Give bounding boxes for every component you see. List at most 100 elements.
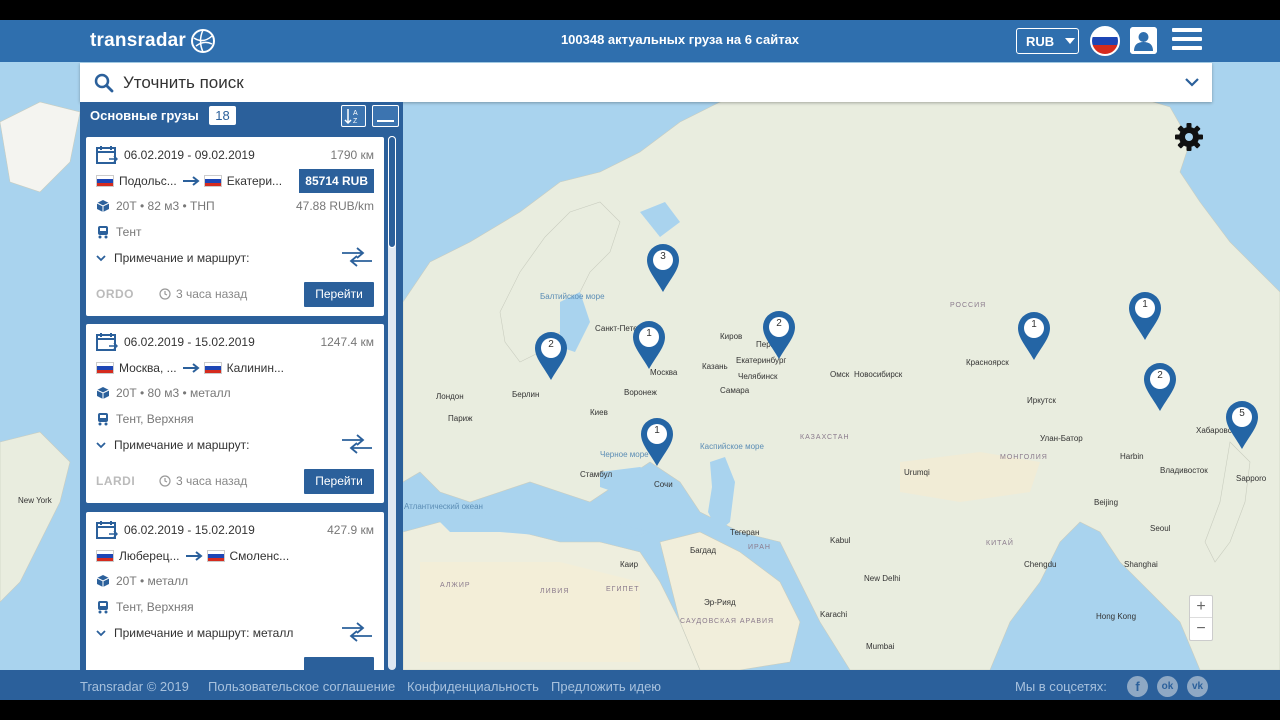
loads-panel: Основные грузы 18 A Z 06.02.2019 - 09.02… [80,102,403,670]
pin-marker-icon [633,321,665,369]
arrow-right-icon [182,363,200,373]
chevron-down-icon[interactable] [1184,74,1200,90]
vk-icon[interactable]: vk [1187,676,1208,697]
panel-scrollbar-thumb[interactable] [388,136,396,248]
land-greenland [0,101,81,193]
user-profile-icon[interactable] [1130,27,1157,54]
minimize-panel-button[interactable] [372,105,399,127]
russia-flag-icon [96,362,114,374]
cargo-box-icon [96,200,110,212]
load-dates: 06.02.2019 - 15.02.2019 [124,523,255,537]
map-label-newyork: New York [18,496,52,505]
source-logo: LARDI [96,474,136,488]
load-distance: 1790 км [330,148,374,162]
russia-flag-icon [203,362,222,374]
route-exchange-icon[interactable] [340,434,374,454]
clock-icon [159,288,171,300]
russia-flag-icon [206,550,225,562]
footer-suggest-link[interactable]: Предложить идею [551,679,661,694]
hamburger-menu-icon[interactable] [1172,28,1202,54]
calendar-icon [96,333,118,351]
language-flag-button[interactable] [1090,26,1120,56]
map-label-sapporo: Sapporo [1236,474,1267,483]
route-notes-toggle[interactable]: Примечание и маршрут: [96,438,374,452]
pin-marker-icon [1129,292,1161,340]
map-label-kazakhstan: КАЗАХСТАН [800,434,850,441]
arrow-right-icon [182,176,200,186]
footer-terms-link[interactable]: Пользовательское соглашение [208,679,395,694]
origin-city: Люберец... [119,549,180,563]
go-button[interactable]: Перейти [304,282,374,307]
zoom-in-button[interactable]: + [1190,596,1212,618]
map-label-libya: ЛИВИЯ [540,588,570,595]
site-footer: Transradar © 2019 Пользовательское согла… [0,670,1280,700]
map-pin-cluster[interactable]: 1 [639,416,675,468]
truck-icon [98,226,108,239]
pin-count: 1 [654,425,660,436]
route-exchange-icon[interactable] [340,247,374,267]
map-label-kirov: Киров [720,332,743,341]
go-button[interactable]: Перейти [304,469,374,494]
posted-time-text: 3 часа назад [176,287,248,301]
route-notes-toggle[interactable]: Примечание и маршрут: металл [96,626,374,640]
body-type: Тент, Верхняя [116,412,194,426]
load-dates: 06.02.2019 - 15.02.2019 [124,335,255,349]
footer-privacy-link[interactable]: Конфиденциальность [407,679,539,694]
clock-icon [159,475,171,487]
map-label-hongkong: Hong Kong [1096,612,1137,621]
map-pin-cluster[interactable]: 1 [1016,310,1052,362]
map-pin-cluster[interactable]: 5 [1224,399,1260,451]
odnoklassniki-icon[interactable]: ok [1157,676,1178,697]
brand-logo[interactable]: transradar [90,26,216,56]
map-pin-cluster[interactable]: 1 [1127,290,1163,342]
map-label-sochi: Сочи [654,480,673,489]
map-pin-cluster[interactable]: 2 [1142,361,1178,413]
load-card[interactable]: 06.02.2019 - 15.02.2019 1247.4 км Москва… [86,324,384,503]
facebook-icon[interactable]: f [1127,676,1148,697]
load-card[interactable]: 06.02.2019 - 09.02.2019 1790 км Подольс.… [86,137,384,316]
map-pin-cluster[interactable]: 2 [533,330,569,382]
route-notes-toggle[interactable]: Примечание и маршрут: [96,251,374,265]
map-label-baltic: Балтийское море [540,292,605,301]
svg-text:A: A [353,110,358,117]
map-label-caspian: Каспийское море [700,442,764,451]
load-card[interactable]: 06.02.2019 - 15.02.2019 427.9 км Люберец… [86,512,384,670]
route-exchange-icon[interactable] [340,622,374,642]
pin-marker-icon [647,244,679,292]
zoom-control: + − [1189,595,1213,641]
logo-text: transradar [90,30,186,51]
pin-count: 3 [660,251,666,262]
map-label-mongolia: МОНГОЛИЯ [1000,454,1048,461]
map-label-baghdad: Багдад [690,546,717,555]
zoom-out-button[interactable]: − [1190,618,1212,640]
price-badge: 85714 RUB [299,169,374,193]
pin-marker-icon [641,418,673,466]
russia-flag-icon [96,175,114,187]
panel-title: Основные грузы [90,108,199,123]
map-label-urumqi: Urumqi [904,468,930,477]
map-label-berlin: Берлин [512,390,540,399]
pin-count: 5 [1239,408,1245,419]
pin-count: 2 [1157,370,1163,381]
gear-icon[interactable] [1173,121,1205,153]
truck-icon [98,601,108,614]
caret-down-icon [1065,38,1076,44]
pin-marker-icon [1144,363,1176,411]
sort-button[interactable]: A Z [341,105,366,127]
map-label-delhi: New Delhi [864,574,901,583]
go-button[interactable] [304,657,374,670]
map-pin-cluster[interactable]: 1 [631,319,667,371]
map-label-beijing: Beijing [1094,498,1119,507]
russia-flag-icon [203,175,222,187]
map-label-egypt: ЕГИПЕТ [606,586,640,593]
refine-search-bar[interactable]: Уточнить поиск [80,63,1212,102]
map-pin-cluster[interactable]: 3 [645,242,681,294]
map-pin-cluster[interactable]: 2 [761,309,797,361]
calendar-icon [96,146,118,164]
map-label-china: КИТАЙ [986,540,1014,547]
posted-time: 3 часа назад [159,474,247,488]
map-label-cairo: Каир [620,560,639,569]
map-label-novosib: Новосибирск [854,370,903,379]
map-label-kiev: Киев [590,408,608,417]
currency-select[interactable]: RUB [1016,28,1079,54]
